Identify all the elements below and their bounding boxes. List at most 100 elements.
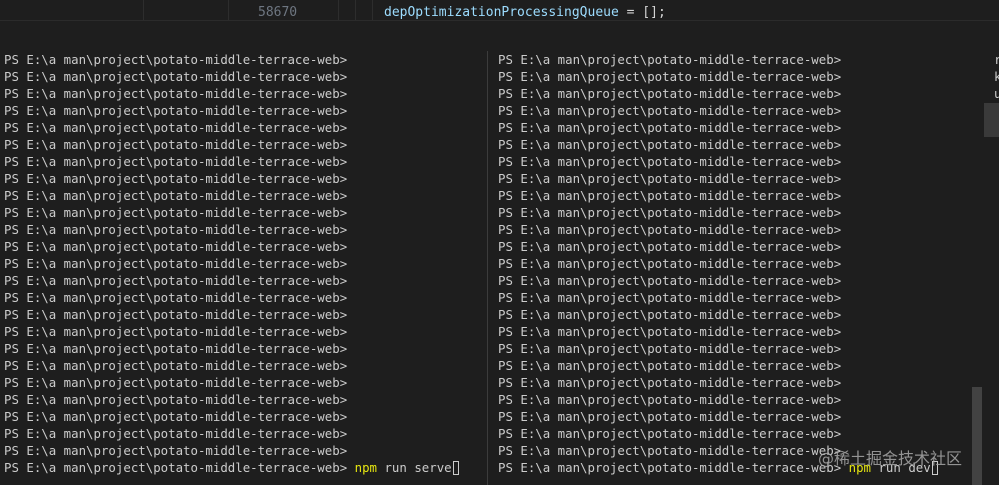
prompt-text: PS E:\a man\project\potato-middle-terrac… — [498, 392, 842, 407]
indent-guide — [338, 0, 339, 20]
side-panel-char: r — [994, 52, 999, 67]
terminal-line: PS E:\a man\project\potato-middle-terrac… — [498, 408, 978, 425]
terminal-line: PS E:\a man\project\potato-middle-terrac… — [4, 323, 486, 340]
prompt-text: PS E:\a man\project\potato-middle-terrac… — [498, 443, 842, 458]
prompt-text: PS E:\a man\project\potato-middle-terrac… — [4, 358, 348, 373]
terminal-line: PS E:\a man\project\potato-middle-terrac… — [4, 221, 486, 238]
watermark: @稀土掘金技术社区 — [818, 449, 963, 468]
prompt-text: PS E:\a man\project\potato-middle-terrac… — [498, 256, 842, 271]
terminal-line: PS E:\a man\project\potato-middle-terrac… — [4, 51, 486, 68]
terminal-line: PS E:\a man\project\potato-middle-terrac… — [498, 323, 978, 340]
prompt-text: PS E:\a man\project\potato-middle-terrac… — [4, 86, 348, 101]
editor-area: 58670 depOptimizationProcessingQueue = [… — [0, 0, 999, 20]
terminal-line: PS E:\a man\project\potato-middle-terrac… — [498, 425, 978, 442]
terminal-line: PS E:\a man\project\potato-middle-terrac… — [498, 357, 978, 374]
prompt-text: PS E:\a man\project\potato-middle-terrac… — [4, 222, 348, 237]
command-args: run serve — [377, 460, 452, 475]
terminal-line: PS E:\a man\project\potato-middle-terrac… — [498, 306, 978, 323]
prompt-text: PS E:\a man\project\potato-middle-terrac… — [4, 324, 348, 339]
prompt-text: PS E:\a man\project\potato-middle-terrac… — [498, 307, 842, 322]
terminal-line: PS E:\a man\project\potato-middle-terrac… — [4, 255, 486, 272]
terminal-line: PS E:\a man\project\potato-middle-terrac… — [498, 221, 978, 238]
terminal-pane-left[interactable]: PS E:\a man\project\potato-middle-terrac… — [4, 51, 486, 485]
prompt-text: PS E:\a man\project\potato-middle-terrac… — [498, 86, 842, 101]
terminal-line: PS E:\a man\project\potato-middle-terrac… — [4, 238, 486, 255]
prompt-text: PS E:\a man\project\potato-middle-terrac… — [4, 256, 348, 271]
terminal-line: PS E:\a man\project\potato-middle-terrac… — [4, 391, 486, 408]
prompt-text: PS E:\a man\project\potato-middle-terrac… — [498, 103, 842, 118]
prompt-text: PS E:\a man\project\potato-middle-terrac… — [4, 392, 348, 407]
prompt-text: PS E:\a man\project\potato-middle-terrac… — [4, 52, 348, 67]
prompt-text: PS E:\a man\project\potato-middle-terrac… — [4, 188, 348, 203]
prompt-text: PS E:\a man\project\potato-middle-terrac… — [498, 154, 842, 169]
terminal-line: PS E:\a man\project\potato-middle-terrac… — [4, 119, 486, 136]
terminal-line: PS E:\a man\project\potato-middle-terrac… — [498, 136, 978, 153]
terminal-line: PS E:\a man\project\potato-middle-terrac… — [498, 153, 978, 170]
prompt-text: PS E:\a man\project\potato-middle-terrac… — [498, 341, 842, 356]
terminal-line: PS E:\a man\project\potato-middle-terrac… — [498, 255, 978, 272]
editor-divider — [143, 0, 144, 20]
code-rest: = []; — [618, 5, 666, 20]
prompt-text: PS E:\a man\project\potato-middle-terrac… — [498, 188, 842, 203]
prompt-text: PS E:\a man\project\potato-middle-terrac… — [498, 460, 842, 475]
terminal-pane-right[interactable]: PS E:\a man\project\potato-middle-terrac… — [498, 51, 978, 485]
prompt-text: PS E:\a man\project\potato-middle-terrac… — [4, 307, 348, 322]
prompt-text: PS E:\a man\project\potato-middle-terrac… — [4, 69, 348, 84]
indent-guide — [372, 0, 373, 20]
prompt-text: PS E:\a man\project\potato-middle-terrac… — [4, 154, 348, 169]
terminal-line: PS E:\a man\project\potato-middle-terrac… — [4, 85, 486, 102]
terminal-line: PS E:\a man\project\potato-middle-terrac… — [498, 340, 978, 357]
prompt-text: PS E:\a man\project\potato-middle-terrac… — [498, 239, 842, 254]
prompt-text: PS E:\a man\project\potato-middle-terrac… — [4, 171, 348, 186]
prompt-text: PS E:\a man\project\potato-middle-terrac… — [498, 137, 842, 152]
prompt-text: PS E:\a man\project\potato-middle-terrac… — [4, 103, 348, 118]
prompt-text: PS E:\a man\project\potato-middle-terrac… — [4, 341, 348, 356]
terminal-line: PS E:\a man\project\potato-middle-terrac… — [4, 442, 486, 459]
command-name: npm — [354, 460, 378, 475]
terminal-line: PS E:\a man\project\potato-middle-terrac… — [498, 204, 978, 221]
prompt-text: PS E:\a man\project\potato-middle-terrac… — [4, 460, 348, 475]
terminal-input-line[interactable]: PS E:\a man\project\potato-middle-terrac… — [4, 459, 486, 476]
prompt-text: PS E:\a man\project\potato-middle-terrac… — [4, 120, 348, 135]
terminal-panel: PS E:\a man\project\potato-middle-terrac… — [0, 20, 999, 485]
terminal-line: PS E:\a man\project\potato-middle-terrac… — [4, 153, 486, 170]
terminal-line: PS E:\a man\project\potato-middle-terrac… — [4, 187, 486, 204]
terminal-line: PS E:\a man\project\potato-middle-terrac… — [4, 306, 486, 323]
terminal-line: PS E:\a man\project\potato-middle-terrac… — [4, 136, 486, 153]
prompt-text: PS E:\a man\project\potato-middle-terrac… — [4, 273, 348, 288]
split-divider[interactable] — [487, 51, 488, 485]
terminal-line: PS E:\a man\project\potato-middle-terrac… — [498, 170, 978, 187]
prompt-text: PS E:\a man\project\potato-middle-terrac… — [498, 222, 842, 237]
scrollbar-thumb[interactable] — [972, 387, 982, 485]
terminal-line: PS E:\a man\project\potato-middle-terrac… — [498, 391, 978, 408]
terminal-line: PS E:\a man\project\potato-middle-terrac… — [4, 170, 486, 187]
terminal-line: PS E:\a man\project\potato-middle-terrac… — [498, 374, 978, 391]
terminal-line: PS E:\a man\project\potato-middle-terrac… — [4, 408, 486, 425]
prompt-text: PS E:\a man\project\potato-middle-terrac… — [4, 409, 348, 424]
terminal-line: PS E:\a man\project\potato-middle-terrac… — [4, 204, 486, 221]
terminal-line: PS E:\a man\project\potato-middle-terrac… — [4, 357, 486, 374]
prompt-text: PS E:\a man\project\potato-middle-terrac… — [4, 239, 348, 254]
terminal-line: PS E:\a man\project\potato-middle-terrac… — [498, 187, 978, 204]
prompt-text: PS E:\a man\project\potato-middle-terrac… — [498, 205, 842, 220]
prompt-text: PS E:\a man\project\potato-middle-terrac… — [498, 324, 842, 339]
prompt-text: PS E:\a man\project\potato-middle-terrac… — [498, 375, 842, 390]
terminal-line: PS E:\a man\project\potato-middle-terrac… — [498, 85, 978, 102]
prompt-text: PS E:\a man\project\potato-middle-terrac… — [4, 137, 348, 152]
editor-line-number: 58670 — [258, 5, 298, 20]
terminal-line: PS E:\a man\project\potato-middle-terrac… — [498, 272, 978, 289]
terminal-line: PS E:\a man\project\potato-middle-terrac… — [498, 238, 978, 255]
terminal-line: PS E:\a man\project\potato-middle-terrac… — [498, 68, 978, 85]
code-variable: depOptimizationProcessingQueue — [384, 5, 619, 20]
terminal-cursor — [452, 461, 459, 475]
terminal-line: PS E:\a man\project\potato-middle-terrac… — [4, 102, 486, 119]
terminal-line: PS E:\a man\project\potato-middle-terrac… — [498, 102, 978, 119]
terminal-line: PS E:\a man\project\potato-middle-terrac… — [498, 289, 978, 306]
prompt-text: PS E:\a man\project\potato-middle-terrac… — [4, 290, 348, 305]
prompt-text: PS E:\a man\project\potato-middle-terrac… — [498, 69, 842, 84]
side-panel: rku — [984, 51, 999, 485]
editor-code-line[interactable]: depOptimizationProcessingQueue = []; — [384, 4, 666, 20]
indent-guide — [355, 0, 356, 20]
terminal-line: PS E:\a man\project\potato-middle-terrac… — [4, 289, 486, 306]
prompt-text: PS E:\a man\project\potato-middle-terrac… — [498, 273, 842, 288]
